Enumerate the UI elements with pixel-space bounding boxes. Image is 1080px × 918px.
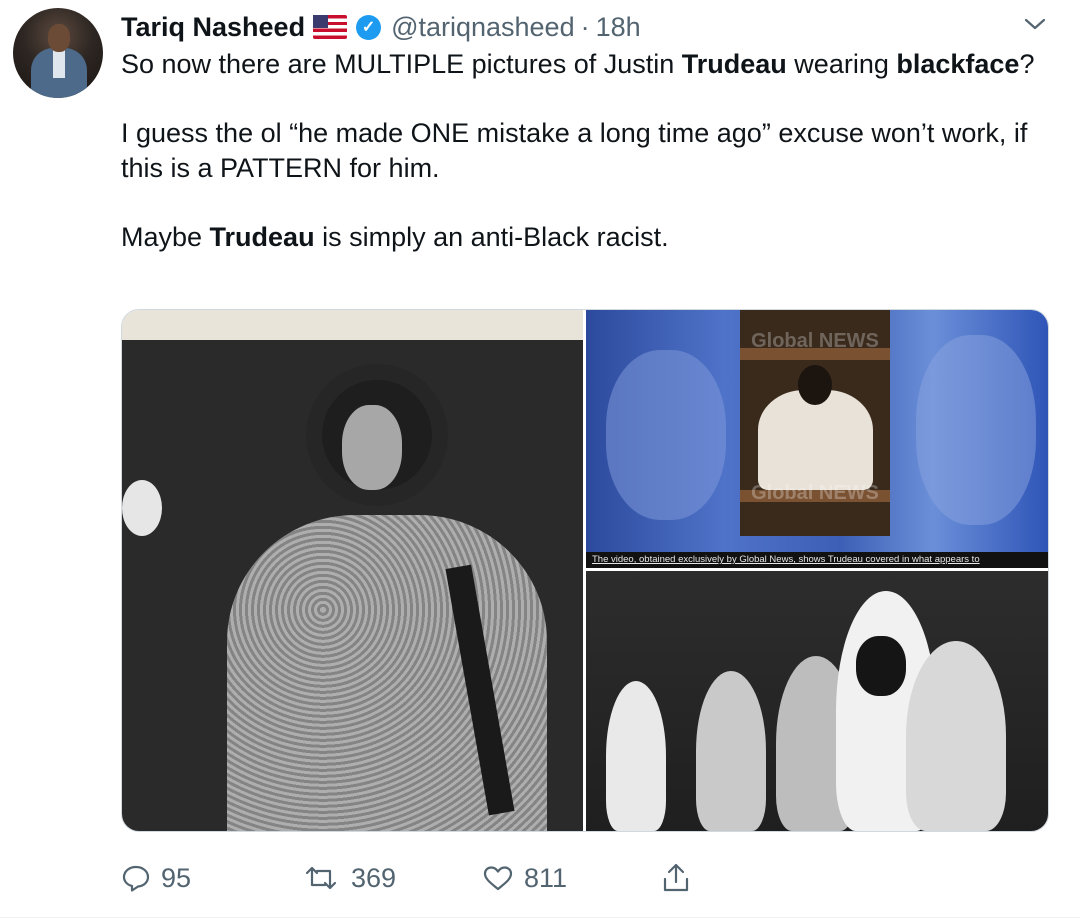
reply-icon (121, 863, 151, 893)
photo-group[interactable] (586, 571, 1048, 831)
text-span: is simply an anti-Black racist. (314, 222, 669, 252)
author-name[interactable]: Tariq Nasheed (121, 12, 305, 43)
photo-singer[interactable] (122, 310, 583, 831)
video-frame: Global NEWS Global NEWS (740, 310, 890, 536)
bold-text-span: Trudeau (681, 49, 787, 79)
background-figure (606, 350, 726, 520)
chevron-down-icon[interactable] (1022, 14, 1048, 34)
tweet-paragraph-2: I guess the ol “he made ONE mistake a lo… (121, 118, 1028, 183)
video-caption-bar: The video, obtained exclusively by Globa… (586, 552, 1048, 568)
person (606, 681, 666, 831)
author-handle[interactable]: @tariqnasheed (391, 12, 575, 43)
video-person-head (798, 365, 832, 405)
text-span: ? (1019, 49, 1035, 79)
retweet-button[interactable]: 369 (301, 858, 396, 898)
bold-text-span: blackface (896, 49, 1020, 79)
tweet-paragraph-1: So now there are MULTIPLE pictures of Ju… (121, 47, 1071, 82)
stage-light (122, 480, 162, 536)
heart-icon (482, 863, 514, 893)
reply-button[interactable]: 95 (121, 858, 191, 898)
reply-count: 95 (161, 862, 192, 893)
tweet-text: So now there are MULTIPLE pictures of Ju… (121, 47, 1071, 289)
media-grid: Global NEWS Global NEWS The video, obtai… (121, 309, 1049, 832)
tweet-paragraph-3: Maybe Trudeau is simply an anti-Black ra… (121, 220, 1071, 255)
person (906, 641, 1006, 831)
bold-text-span: Trudeau (209, 222, 315, 252)
avatar-head (48, 24, 70, 52)
retweet-count: 369 (351, 862, 397, 893)
avatar-shirt (53, 48, 65, 78)
like-count: 811 (524, 862, 568, 893)
person-face (856, 636, 906, 696)
separator-dot: · (580, 11, 590, 42)
text-span: wearing (786, 49, 897, 79)
us-flag-icon (313, 15, 348, 39)
tweet-actions: 95 369 811 (121, 858, 721, 898)
share-button[interactable] (661, 858, 691, 898)
watermark-top: Global NEWS (751, 330, 879, 352)
avatar[interactable] (13, 8, 103, 98)
face (342, 405, 402, 490)
like-button[interactable]: 811 (482, 858, 567, 898)
text-span: So now there are MULTIPLE pictures of Ju… (121, 49, 682, 79)
background-figure (916, 335, 1036, 525)
tweet-header: Tariq Nasheed ✓ @tariqnasheed · 18h (121, 10, 641, 44)
photo-video-still[interactable]: Global NEWS Global NEWS The video, obtai… (586, 310, 1048, 568)
tweet-timestamp[interactable]: 18h (596, 12, 641, 43)
text-span: Maybe (121, 222, 210, 252)
share-icon (661, 862, 691, 894)
video-caption: The video, obtained exclusively by Globa… (592, 554, 980, 565)
verified-badge-icon: ✓ (356, 14, 382, 40)
person (696, 671, 766, 831)
retweet-icon (301, 863, 341, 893)
watermark-bottom: Global NEWS (751, 482, 879, 504)
video-person (758, 390, 873, 490)
